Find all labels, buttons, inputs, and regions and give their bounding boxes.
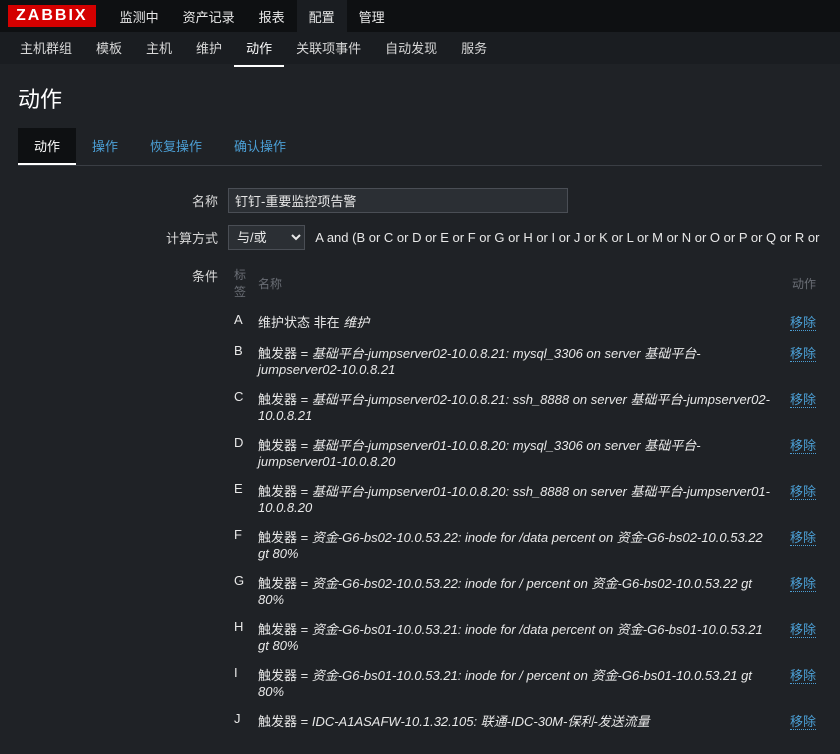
cond-name: 触发器 = 基础平台-jumpserver02-10.0.8.21: ssh_8… xyxy=(252,383,780,429)
cond-tag: B xyxy=(228,337,252,383)
table-row: E触发器 = 基础平台-jumpserver01-10.0.8.20: ssh_… xyxy=(228,475,822,521)
cond-action-cell: 移除 xyxy=(780,705,822,736)
row-conditions: 条件 标签 名称 动作 A维护状态 非在 维护移除B触发器 = 基础平台-jum… xyxy=(18,262,822,736)
topnav-item[interactable]: 管理 xyxy=(347,0,397,34)
cond-tag: I xyxy=(228,659,252,705)
table-row: A维护状态 非在 维护移除 xyxy=(228,306,822,337)
subnav-item[interactable]: 主机 xyxy=(134,30,184,67)
cond-tag: C xyxy=(228,383,252,429)
topnav-item[interactable]: 配置 xyxy=(297,0,347,34)
subnav-item[interactable]: 模板 xyxy=(84,30,134,67)
cond-action-cell: 移除 xyxy=(780,521,822,567)
calc-label: 计算方式 xyxy=(18,228,228,247)
table-row: J触发器 = IDC-A1ASAFW-10.1.32.105: 联通-IDC-3… xyxy=(228,705,822,736)
cond-action-cell: 移除 xyxy=(780,613,822,659)
page-title: 动作 xyxy=(0,64,840,128)
topnav-item[interactable]: 资产记录 xyxy=(171,0,247,34)
remove-link[interactable]: 移除 xyxy=(790,530,816,546)
cond-tag: J xyxy=(228,705,252,736)
conditions-table: 标签 名称 动作 A维护状态 非在 维护移除B触发器 = 基础平台-jumpse… xyxy=(228,262,822,736)
cond-action-cell: 移除 xyxy=(780,337,822,383)
cond-header-tag: 标签 xyxy=(228,262,252,306)
remove-link[interactable]: 移除 xyxy=(790,484,816,500)
cond-name: 触发器 = 基础平台-jumpserver01-10.0.8.20: mysql… xyxy=(252,429,780,475)
logo: ZABBIX xyxy=(8,5,96,27)
cond-action-cell: 移除 xyxy=(780,383,822,429)
cond-action-cell: 移除 xyxy=(780,306,822,337)
cond-name: 触发器 = 资金-G6-bs01-10.0.53.21: inode for /… xyxy=(252,659,780,705)
tabs-row: 动作操作恢复操作确认操作 xyxy=(18,128,822,166)
subnav-item[interactable]: 主机群组 xyxy=(8,30,84,67)
cond-name: 维护状态 非在 维护 xyxy=(252,306,780,337)
cond-tag: H xyxy=(228,613,252,659)
cond-tag: E xyxy=(228,475,252,521)
table-row: H触发器 = 资金-G6-bs01-10.0.53.21: inode for … xyxy=(228,613,822,659)
table-row: F触发器 = 资金-G6-bs02-10.0.53.22: inode for … xyxy=(228,521,822,567)
table-row: G触发器 = 资金-G6-bs02-10.0.53.22: inode for … xyxy=(228,567,822,613)
cond-tag: F xyxy=(228,521,252,567)
remove-link[interactable]: 移除 xyxy=(790,438,816,454)
cond-action-cell: 移除 xyxy=(780,659,822,705)
name-label: 名称 xyxy=(18,191,228,210)
cond-action-cell: 移除 xyxy=(780,567,822,613)
cond-name: 触发器 = 资金-G6-bs01-10.0.53.21: inode for /… xyxy=(252,613,780,659)
remove-link[interactable]: 移除 xyxy=(790,392,816,408)
cond-name: 触发器 = 资金-G6-bs02-10.0.53.22: inode for /… xyxy=(252,521,780,567)
tab[interactable]: 操作 xyxy=(76,128,134,165)
table-row: I触发器 = 资金-G6-bs01-10.0.53.21: inode for … xyxy=(228,659,822,705)
cond-tag: A xyxy=(228,306,252,337)
calc-formula: A and (B or C or D or E or F or G or H o… xyxy=(315,230,822,245)
top-nav: 监测中资产记录报表配置管理 xyxy=(108,0,397,34)
cond-header-name: 名称 xyxy=(252,262,780,306)
table-row: B触发器 = 基础平台-jumpserver02-10.0.8.21: mysq… xyxy=(228,337,822,383)
subnav-item[interactable]: 动作 xyxy=(234,30,284,67)
cond-tag: D xyxy=(228,429,252,475)
tab[interactable]: 恢复操作 xyxy=(134,128,218,165)
sub-nav: 主机群组模板主机维护动作关联项事件自动发现服务 xyxy=(8,30,499,67)
topnav-item[interactable]: 监测中 xyxy=(108,0,171,34)
table-row: C触发器 = 基础平台-jumpserver02-10.0.8.21: ssh_… xyxy=(228,383,822,429)
cond-action-cell: 移除 xyxy=(780,475,822,521)
remove-link[interactable]: 移除 xyxy=(790,576,816,592)
row-name: 名称 xyxy=(18,188,822,213)
cond-action-cell: 移除 xyxy=(780,429,822,475)
remove-link[interactable]: 移除 xyxy=(790,315,816,331)
tab[interactable]: 确认操作 xyxy=(218,128,302,165)
cond-name: 触发器 = 基础平台-jumpserver02-10.0.8.21: mysql… xyxy=(252,337,780,383)
table-row: D触发器 = 基础平台-jumpserver01-10.0.8.20: mysq… xyxy=(228,429,822,475)
cond-tag: G xyxy=(228,567,252,613)
topnav-item[interactable]: 报表 xyxy=(247,0,297,34)
remove-link[interactable]: 移除 xyxy=(790,346,816,362)
sub-bar: 主机群组模板主机维护动作关联项事件自动发现服务 xyxy=(0,32,840,64)
tab[interactable]: 动作 xyxy=(18,128,76,165)
cond-header-action: 动作 xyxy=(780,262,822,306)
main-content: 动作操作恢复操作确认操作 名称 计算方式 与/或 A and (B or C o… xyxy=(0,128,840,754)
top-bar: ZABBIX 监测中资产记录报表配置管理 xyxy=(0,0,840,32)
cond-name: 触发器 = 基础平台-jumpserver01-10.0.8.20: ssh_8… xyxy=(252,475,780,521)
subnav-item[interactable]: 维护 xyxy=(184,30,234,67)
subnav-item[interactable]: 服务 xyxy=(449,30,499,67)
name-input[interactable] xyxy=(228,188,568,213)
subnav-item[interactable]: 自动发现 xyxy=(373,30,449,67)
calc-select[interactable]: 与/或 xyxy=(228,225,305,250)
cond-name: 触发器 = IDC-A1ASAFW-10.1.32.105: 联通-IDC-30… xyxy=(252,705,780,736)
cond-name: 触发器 = 资金-G6-bs02-10.0.53.22: inode for /… xyxy=(252,567,780,613)
remove-link[interactable]: 移除 xyxy=(790,714,816,730)
remove-link[interactable]: 移除 xyxy=(790,622,816,638)
remove-link[interactable]: 移除 xyxy=(790,668,816,684)
cond-label: 条件 xyxy=(18,262,228,285)
subnav-item[interactable]: 关联项事件 xyxy=(284,30,373,67)
row-calc: 计算方式 与/或 A and (B or C or D or E or F or… xyxy=(18,225,822,250)
